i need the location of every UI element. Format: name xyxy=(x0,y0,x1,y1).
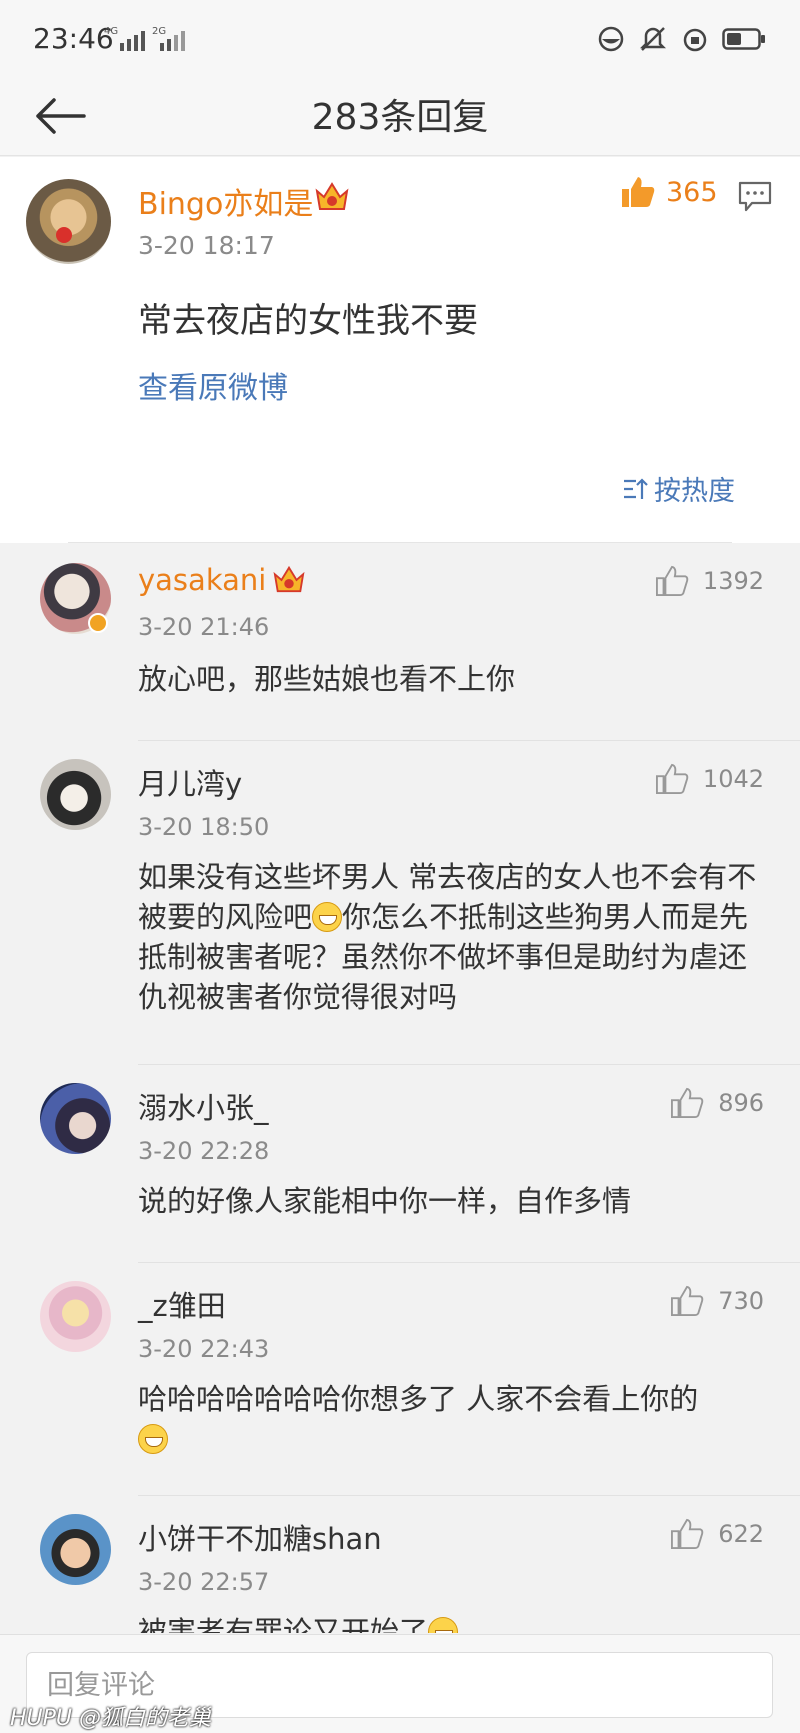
reply-text: 放心吧，那些姑娘也看不上你 xyxy=(138,662,516,696)
alarm-icon xyxy=(683,28,707,52)
vip-crown-icon xyxy=(273,565,305,593)
thumbs-up-icon xyxy=(655,565,689,597)
reply-username[interactable]: _z雏田 xyxy=(138,1283,226,1325)
status-bar: 23:46 4G 2G xyxy=(0,0,800,80)
original-comment: Bingo亦如是 3-20 18:17 365 常去夜店的女性我不要 查看原微博… xyxy=(0,157,800,543)
like-button[interactable]: 622 xyxy=(670,1518,764,1550)
watermark: HUPU @狐白的老巢 xyxy=(10,1706,212,1731)
list-item: yasakani 3-20 21:46 1392 放心吧，那些姑娘也看不上你 xyxy=(0,543,800,741)
reply-username[interactable]: 小饼干不加糖shan xyxy=(138,1516,382,1558)
like-button[interactable]: 1392 xyxy=(655,565,764,597)
list-item: 溺水小张_ 3-20 22:28 896 说的好像人家能相中你一样，自作多情 xyxy=(0,1065,800,1263)
reply-username[interactable]: yasakani xyxy=(138,563,306,597)
reply-time: 3-20 22:28 xyxy=(138,1137,270,1165)
sort-label: 按热度 xyxy=(654,476,735,507)
comment-text: 常去夜店的女性我不要 xyxy=(138,301,478,341)
like-count: 896 xyxy=(718,1089,764,1117)
reply-time: 3-20 22:57 xyxy=(138,1568,270,1596)
status-icons xyxy=(598,26,766,52)
svg-text:2G: 2G xyxy=(152,26,166,37)
list-item: 小饼干不加糖shan 3-20 22:57 622 被害者有罪论又开始了 xyxy=(0,1496,800,1633)
like-count: 1392 xyxy=(702,567,764,595)
reply-time: 3-20 21:46 xyxy=(138,613,270,641)
avatar[interactable] xyxy=(40,1281,111,1352)
thumbs-up-icon xyxy=(671,1518,704,1550)
list-item: 月儿湾y 3-20 18:50 1042 如果没有这些坏男人 常去夜店的女人也不… xyxy=(0,741,800,1065)
reply-list: yasakani 3-20 21:46 1392 放心吧，那些姑娘也看不上你 月… xyxy=(0,543,800,1633)
reply-text: 说的好像人家能相中你一样，自作多情 xyxy=(138,1184,632,1218)
comment-time: 3-20 18:17 xyxy=(138,231,275,260)
like-count: 622 xyxy=(718,1520,764,1548)
like-button[interactable]: 1042 xyxy=(655,763,764,795)
like-button[interactable]: 896 xyxy=(670,1087,764,1119)
grin-emoji-icon xyxy=(312,902,343,932)
grin-emoji-icon xyxy=(138,1424,168,1454)
verified-badge-icon xyxy=(88,613,108,633)
reply-username[interactable]: 溺水小张_ xyxy=(138,1085,269,1127)
page-title: 283条回复 xyxy=(311,97,489,138)
grin-emoji-icon xyxy=(428,1617,459,1633)
battery-icon xyxy=(722,28,765,50)
signal-4g-icon: 4G xyxy=(104,26,145,51)
like-count: 1042 xyxy=(702,765,764,793)
back-button[interactable] xyxy=(32,86,92,146)
avatar[interactable] xyxy=(40,759,111,830)
reply-time: 3-20 18:50 xyxy=(138,813,270,841)
like-count: 730 xyxy=(718,1287,764,1315)
vibrate-icon xyxy=(639,27,667,51)
reply-time: 3-20 22:43 xyxy=(138,1335,270,1363)
reply-username[interactable]: 月儿湾y xyxy=(138,761,242,803)
thumbs-up-icon xyxy=(622,177,655,207)
thumbs-up-icon xyxy=(671,1087,704,1119)
avatar[interactable] xyxy=(40,1083,111,1154)
like-button[interactable]: 365 xyxy=(620,175,718,209)
eye-comfort-icon xyxy=(598,26,624,52)
back-arrow-icon xyxy=(36,98,86,134)
svg-text:4G: 4G xyxy=(104,26,118,37)
thumbs-up-icon xyxy=(655,763,689,795)
reply-text: 如果没有这些坏男人 常去夜店的女人也不会有不被要的风险吧 你怎么不抵制这些狗男人而… xyxy=(138,860,757,1014)
like-button[interactable]: 730 xyxy=(670,1285,764,1317)
view-original-link[interactable]: 查看原微博 xyxy=(138,363,288,407)
avatar[interactable] xyxy=(40,1514,111,1585)
sort-by-popularity-button[interactable]: 按热度 xyxy=(622,469,735,508)
sort-icon xyxy=(624,477,648,499)
nav-bar: 283条回复 xyxy=(0,80,800,156)
comment-icon[interactable] xyxy=(738,181,772,213)
reply-text: 哈哈哈哈哈哈哈你想多了 人家不会看上你的 xyxy=(138,1379,768,1459)
vip-crown-icon xyxy=(315,182,349,210)
reply-text: 被害者有罪论又开始了 xyxy=(138,1612,768,1633)
status-time: 23:46 xyxy=(33,22,114,55)
list-item: _z雏田 3-20 22:43 730 哈哈哈哈哈哈哈你想多了 人家不会看上你的 xyxy=(0,1263,800,1496)
signal-2g-icon: 2G xyxy=(152,26,185,51)
like-count: 365 xyxy=(666,176,718,208)
avatar[interactable] xyxy=(26,179,111,264)
thumbs-up-icon xyxy=(671,1285,704,1317)
commenter-name[interactable]: Bingo亦如是 xyxy=(138,179,313,223)
